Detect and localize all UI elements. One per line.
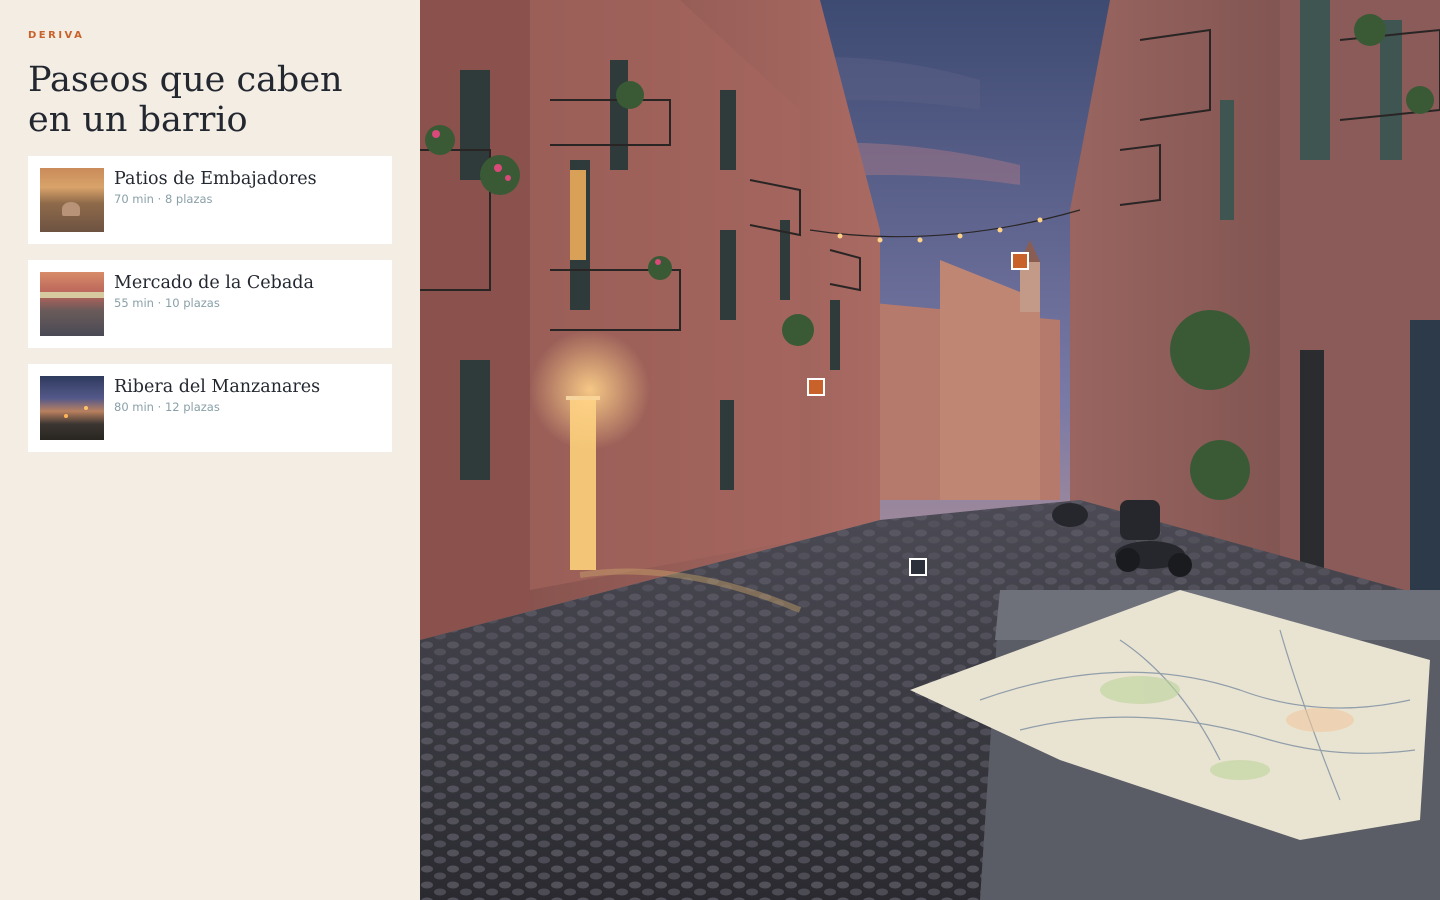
route-text: Mercado de la Cebada 55 min · 10 plazas [114,272,314,310]
route-card-patios-de-embajadores[interactable]: Patios de Embajadores 70 min · 8 plazas [28,156,392,244]
street-scene-illustration [420,0,1440,900]
route-list: Patios de Embajadores 70 min · 8 plazas … [28,156,392,452]
route-thumbnail [40,168,104,232]
route-text: Ribera del Manzanares 80 min · 12 plazas [114,376,320,414]
sidebar: DERIVA Paseos que caben en un barrio Pat… [0,0,420,900]
route-thumbnail [40,376,104,440]
route-thumbnail [40,272,104,336]
page-title: Paseos que caben en un barrio [28,60,343,140]
map-marker-3[interactable] [909,558,927,576]
route-meta: 70 min · 8 plazas [114,192,213,206]
route-name: Ribera del Manzanares [114,377,321,397]
route-meta: 80 min · 12 plazas [114,400,220,414]
brand-logo[interactable]: DERIVA [28,30,392,42]
map-marker-2[interactable] [807,378,825,396]
route-card-mercado-de-la-cebada[interactable]: Mercado de la Cebada 55 min · 10 plazas [28,260,392,348]
hero-image [420,0,1440,900]
route-meta: 55 min · 10 plazas [114,296,220,310]
route-text: Patios de Embajadores 70 min · 8 plazas [114,168,317,206]
route-name: Patios de Embajadores [114,169,317,189]
route-card-ribera-del-manzanares[interactable]: Ribera del Manzanares 80 min · 12 plazas [28,364,392,452]
route-name: Mercado de la Cebada [114,273,314,293]
map-marker-1[interactable] [1011,252,1029,270]
